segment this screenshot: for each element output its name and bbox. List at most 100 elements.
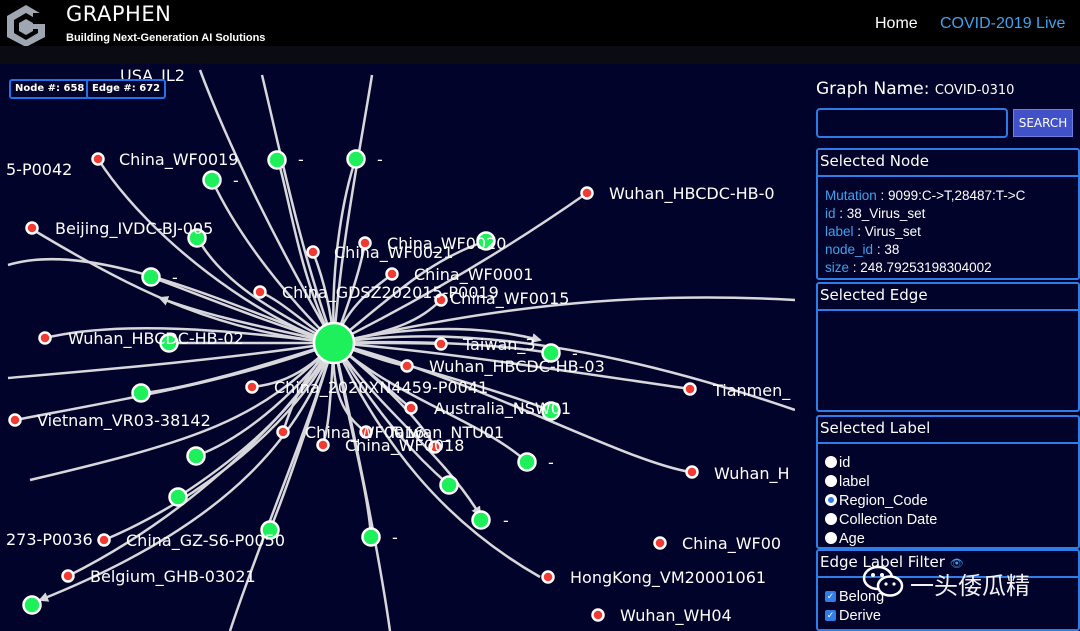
graph-node: [306, 245, 320, 259]
label-option-id[interactable]: id: [825, 455, 850, 471]
graph-node: [541, 570, 555, 584]
radio-icon[interactable]: [825, 475, 837, 488]
graph-hub-node: [312, 321, 356, 365]
graph-node: [439, 475, 459, 495]
graph-node: [8, 413, 22, 427]
graph-svg[interactable]: USA_IL2 5-P0042 China_WF0019 - - - Wuhan…: [0, 64, 795, 631]
graph-node-label: Wuhan_HBCDC-HB-02: [68, 329, 244, 349]
graph-node-label: China_2020XN4459-P0041: [274, 378, 488, 398]
graph-node-label: Belgium_GHB-03021: [90, 567, 256, 587]
nav-home-link[interactable]: Home: [875, 15, 918, 33]
graph-node-label: HongKong_VM20001061: [570, 568, 766, 588]
search-input[interactable]: [816, 108, 1008, 138]
graph-node-label: -: [233, 171, 239, 190]
graph-node-label: Wuhan_HBCDC-HB-03: [429, 357, 605, 377]
graph-node: [517, 452, 537, 472]
graph-node-label: Taiwan_3: [462, 335, 536, 355]
graph-node: [653, 536, 667, 550]
graph-node: [591, 608, 605, 622]
selected-edge-box: Selected Edge: [816, 282, 1080, 412]
selected-label-title: Selected Label: [820, 419, 931, 437]
graph-node-label: 273-P0036: [6, 530, 93, 549]
graph-node: [434, 337, 448, 351]
header-divider-band: [0, 46, 1080, 64]
graph-node: [361, 527, 381, 547]
graph-node-label: China_WF00: [682, 534, 781, 554]
graph-node: [276, 425, 290, 439]
node-prop-size: size : 248.79253198304002: [825, 260, 992, 275]
label-option-age[interactable]: Age: [825, 531, 865, 547]
search-button[interactable]: SEARCH: [1013, 109, 1073, 137]
graph-node: [685, 465, 699, 479]
graph-node: [97, 533, 111, 547]
graph-node: [22, 595, 42, 615]
graph-node: [580, 186, 594, 200]
node-prop-id: id : 38_Virus_set: [825, 206, 926, 221]
graph-node: [400, 359, 414, 373]
label-option-collection-date[interactable]: Collection Date: [825, 512, 937, 528]
watermark-text: 一头倭瓜精: [910, 572, 1030, 600]
graph-node: [168, 487, 188, 507]
graph-node-label: China_WF0001: [414, 265, 533, 285]
edge-filter-derive[interactable]: ✓ Derive: [825, 608, 881, 624]
checkbox-checked-icon[interactable]: ✓: [825, 590, 836, 602]
graph-node-label: Beijing_IVDC-BJ-005: [55, 219, 213, 239]
radio-selected-icon[interactable]: [825, 494, 837, 507]
graph-edge: [260, 74, 336, 344]
selected-edge-title: Selected Edge: [820, 286, 928, 304]
graph-node-label: -: [392, 528, 398, 547]
label-option-label[interactable]: label: [825, 474, 870, 490]
radio-icon[interactable]: [825, 532, 837, 545]
radio-icon[interactable]: [825, 513, 837, 526]
side-panel: Graph Name: COVID-0310 SEARCH Selected N…: [808, 64, 1080, 631]
box-divider: [818, 309, 1078, 311]
box-divider: [818, 175, 1078, 177]
graphen-logo-icon: [7, 5, 45, 47]
app-title: GRAPHEN: [66, 2, 172, 26]
node-prop-mutation: Mutation : 9099:C->T,28487:T->C: [825, 188, 1026, 203]
selected-node-title: Selected Node: [820, 152, 929, 170]
graph-node: [91, 152, 105, 166]
edge-count-badge: Edge #: 672: [86, 79, 167, 99]
graph-node: [253, 285, 267, 299]
graph-node-label: China_WF0018: [345, 436, 464, 456]
graph-name-label: Graph Name:: [816, 79, 930, 99]
graph-node-label: China_WF0019: [119, 150, 238, 170]
selected-label-box: Selected Label id label Region_Code Coll…: [816, 415, 1080, 549]
graph-node-label: Wuhan_HBCDC-HB-0: [609, 184, 775, 204]
graph-node-label: -: [548, 453, 554, 472]
graph-node-label: Vietnam_VR03-38142: [37, 411, 211, 431]
graph-node: [61, 569, 75, 583]
graph-node-label: Wuhan_WH04: [620, 606, 732, 626]
graph-canvas[interactable]: USA_IL2 5-P0042 China_WF0019 - - - Wuhan…: [0, 64, 795, 631]
graph-node-label: China_WF0020: [387, 234, 506, 254]
node-prop-node-id: node_id : 38: [825, 242, 900, 257]
graph-node-label: -: [377, 150, 383, 169]
box-divider: [818, 442, 1078, 444]
graph-node-label: -: [172, 268, 178, 287]
node-prop-label: label : Virus_set: [825, 224, 921, 239]
graph-name-value: COVID-0310: [934, 83, 1015, 98]
graph-node: [131, 383, 151, 403]
checkbox-checked-icon[interactable]: ✓: [825, 609, 836, 621]
graph-node: [245, 380, 259, 394]
graph-node: [346, 149, 366, 169]
graph-node-label: Australia_NSW01: [434, 399, 571, 419]
radio-icon[interactable]: [825, 456, 837, 469]
wechat-icon: [862, 565, 904, 597]
graph-node: [471, 510, 491, 530]
label-option-region-code[interactable]: Region_Code: [825, 493, 928, 509]
graph-node-label: China_GZ-S6-P0050: [126, 531, 285, 551]
nav-covid-live-link[interactable]: COVID-2019 Live: [940, 15, 1065, 33]
graph-node: [25, 221, 39, 235]
graph-node-label: -: [298, 150, 304, 169]
app-subtitle: Building Next-Generation AI Solutions: [66, 32, 266, 44]
graph-node: [385, 267, 399, 281]
graph-node: [683, 382, 697, 396]
graph-node-label: -: [503, 511, 509, 530]
graph-node: [202, 170, 222, 190]
graph-node-label: 5-P0042: [6, 160, 72, 179]
graph-node: [141, 267, 161, 287]
node-count-badge: Node #: 658: [9, 79, 91, 99]
graph-node: [38, 331, 52, 345]
